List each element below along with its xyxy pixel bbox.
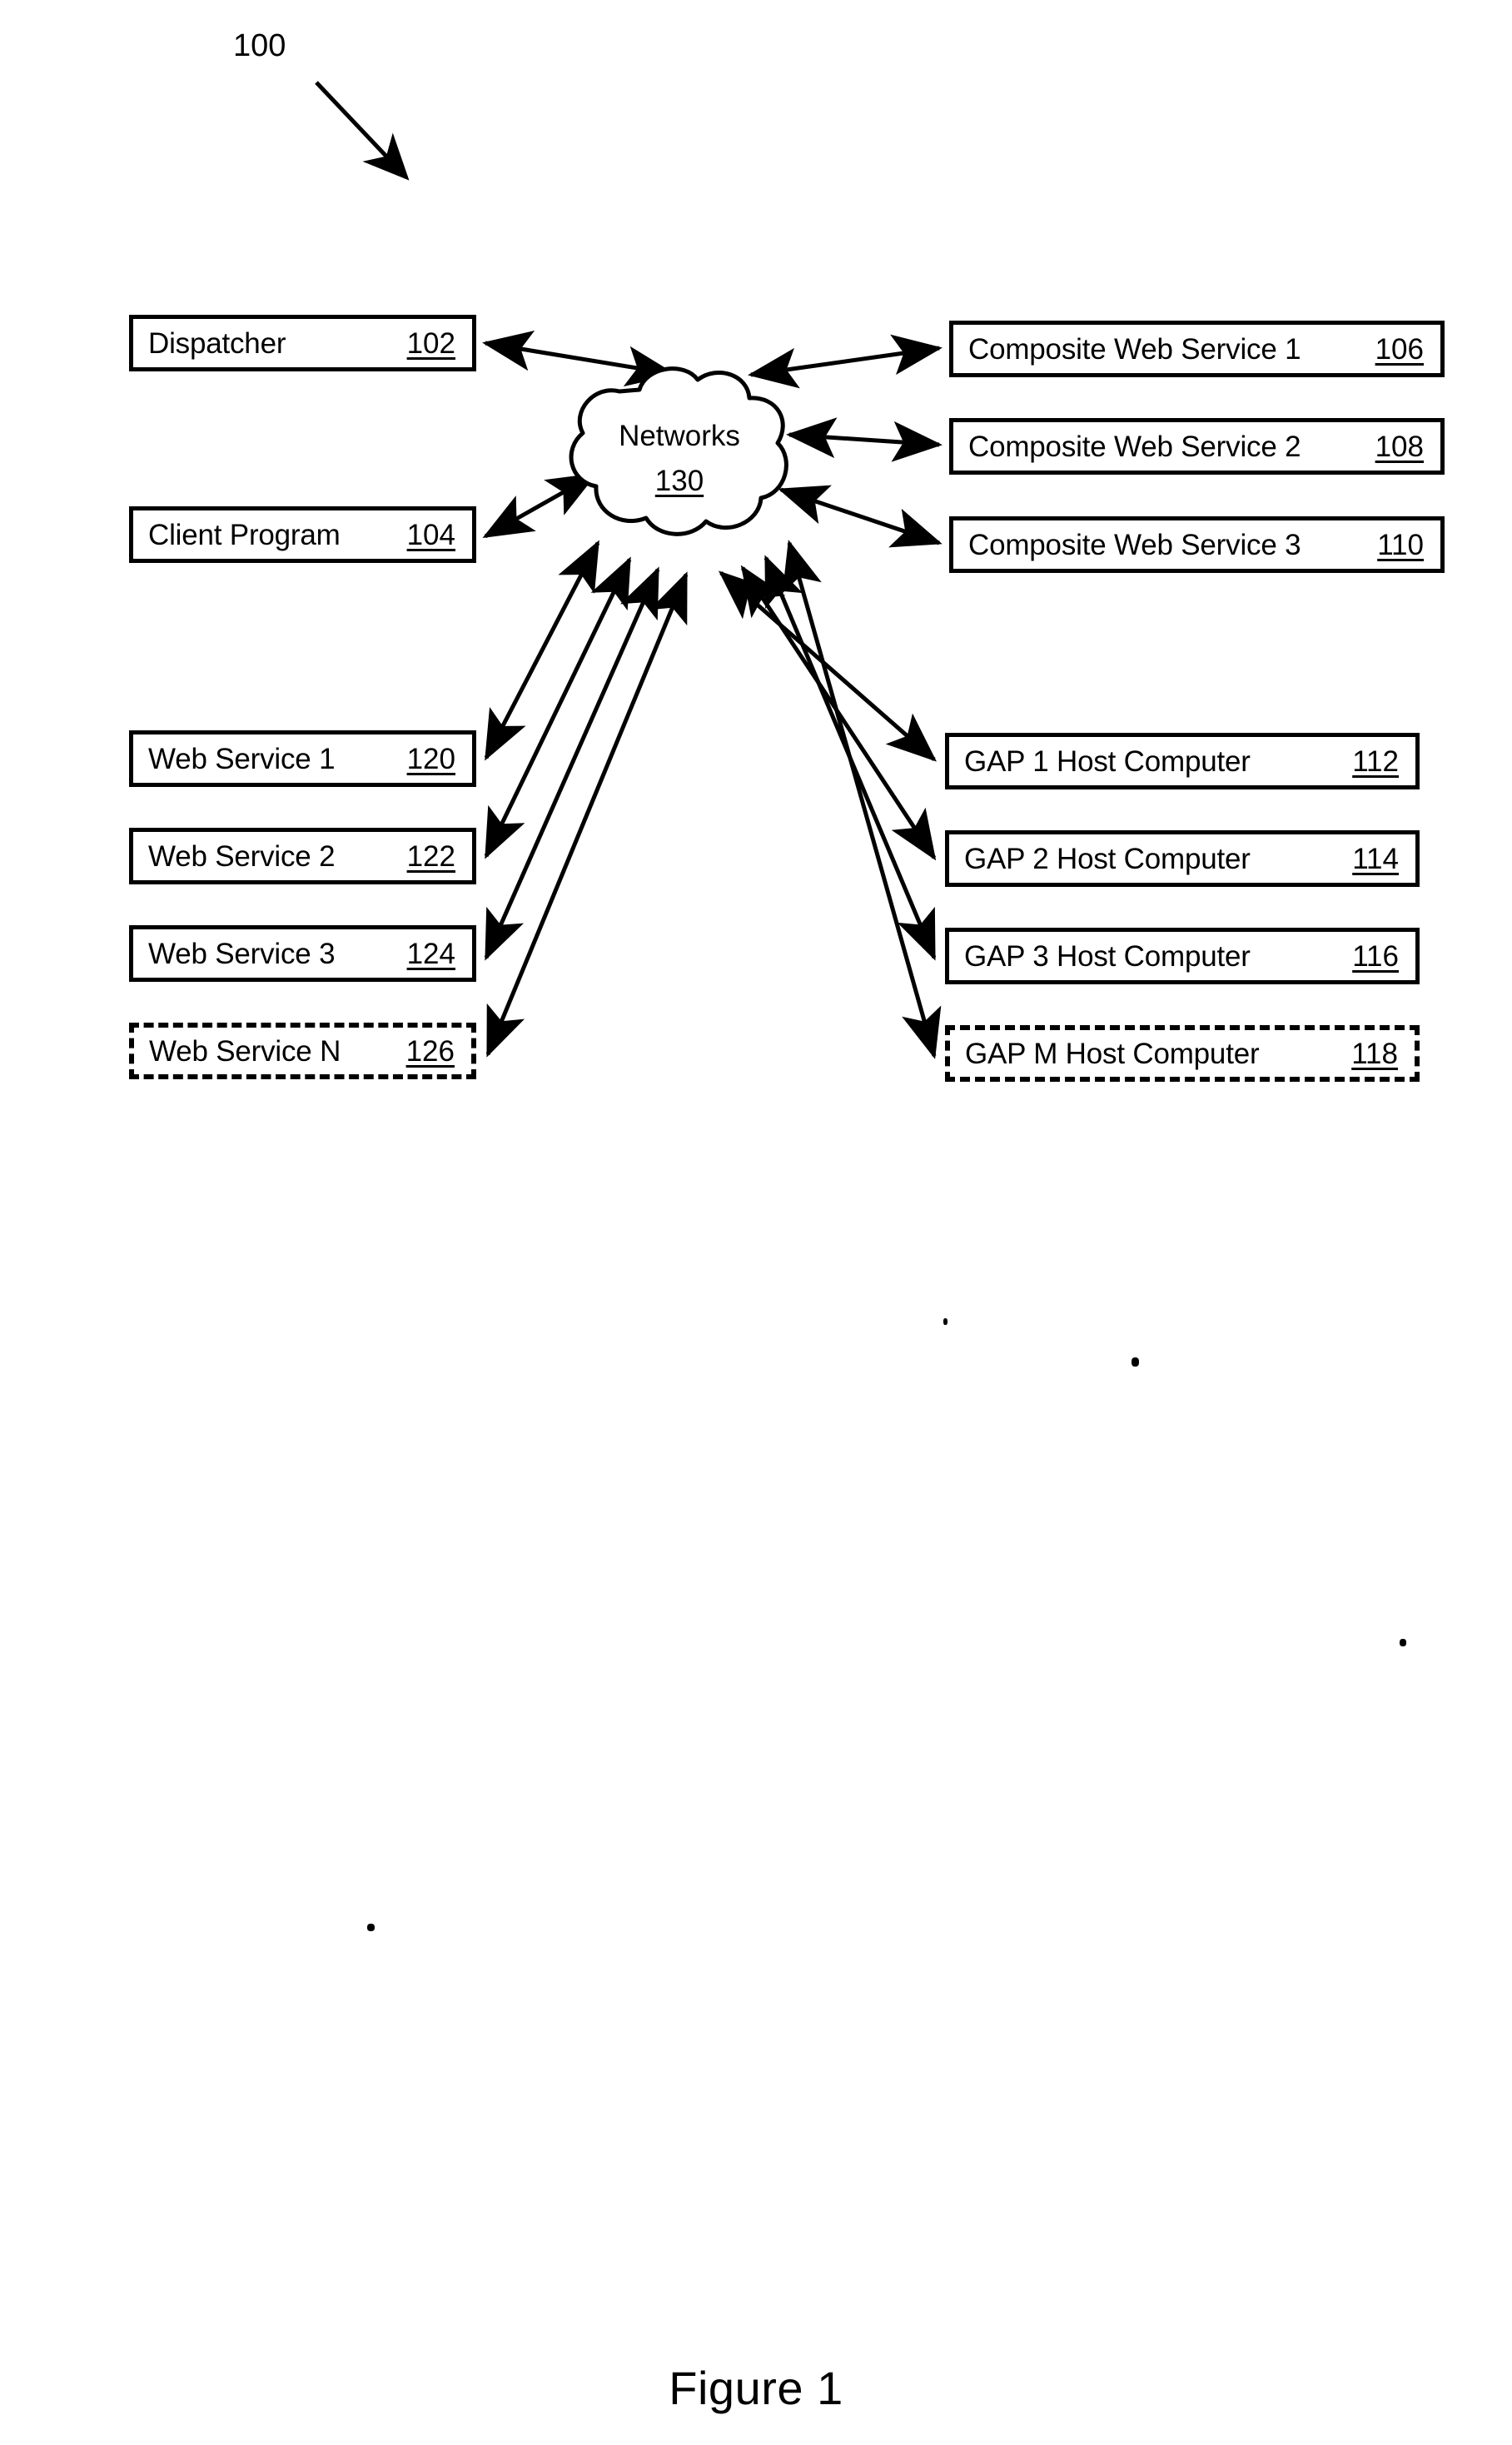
figure-callout-number: 100 bbox=[233, 28, 286, 63]
box-label: Composite Web Service 3 bbox=[968, 528, 1301, 561]
box-label: GAP 3 Host Computer bbox=[964, 939, 1251, 973]
scan-speck bbox=[1400, 1639, 1406, 1646]
connector-networks-gap-3-host-computer bbox=[763, 555, 937, 961]
connector-networks-composite-web-service-2 bbox=[786, 417, 943, 462]
box-ref-number: 124 bbox=[406, 937, 455, 970]
box-ref-number: 108 bbox=[1375, 430, 1424, 463]
cloud-label: Networks bbox=[619, 420, 740, 452]
callout-leader-arrow bbox=[315, 81, 410, 181]
box-gap-m-host-computer[interactable]: GAP M Host Computer 118 bbox=[945, 1025, 1420, 1082]
box-ref-number: 110 bbox=[1377, 528, 1424, 561]
box-composite-web-service-2[interactable]: Composite Web Service 2 108 bbox=[949, 418, 1445, 475]
box-web-service-1[interactable]: Web Service 1 120 bbox=[129, 730, 476, 787]
connector-networks-composite-web-service-3 bbox=[778, 485, 943, 548]
box-label: Client Program bbox=[148, 518, 341, 551]
connector-networks-gap-1-host-computer bbox=[718, 570, 938, 762]
box-label: GAP 1 Host Computer bbox=[964, 744, 1251, 778]
box-label: Web Service 3 bbox=[148, 937, 336, 970]
connector-networks-web-service-2 bbox=[484, 556, 632, 859]
figure-page: 100 Networks 130 Dispatcher 102 Client P… bbox=[0, 0, 1512, 2445]
figure-caption: Figure 1 bbox=[669, 2362, 843, 2414]
box-ref-number: 116 bbox=[1352, 939, 1399, 973]
box-ref-number: 104 bbox=[406, 518, 455, 551]
box-web-service-n[interactable]: Web Service N 126 bbox=[129, 1023, 476, 1079]
connector-networks-web-service-n bbox=[485, 571, 689, 1058]
box-label: Web Service 1 bbox=[148, 742, 336, 775]
connector-networks-gap-m-host-computer bbox=[782, 540, 942, 1059]
box-label: GAP M Host Computer bbox=[965, 1037, 1260, 1070]
box-client-program[interactable]: Client Program 104 bbox=[129, 506, 476, 563]
box-ref-number: 112 bbox=[1352, 744, 1399, 778]
box-ref-number: 120 bbox=[406, 742, 455, 775]
box-web-service-3[interactable]: Web Service 3 124 bbox=[129, 925, 476, 982]
cloud-ref-number: 130 bbox=[654, 465, 704, 497]
box-ref-number: 114 bbox=[1352, 842, 1399, 875]
box-gap-1-host-computer[interactable]: GAP 1 Host Computer 112 bbox=[945, 733, 1420, 789]
scan-speck bbox=[943, 1318, 947, 1325]
box-ref-number: 102 bbox=[406, 326, 455, 360]
box-label: Composite Web Service 2 bbox=[968, 430, 1301, 463]
box-label: Composite Web Service 1 bbox=[968, 332, 1301, 366]
box-label: Web Service N bbox=[149, 1034, 341, 1068]
scan-speck bbox=[1132, 1357, 1139, 1367]
connector-networks-gap-2-host-computer bbox=[740, 565, 937, 861]
cloud-shape bbox=[569, 366, 788, 536]
scan-speck bbox=[367, 1924, 375, 1931]
box-label: Dispatcher bbox=[148, 326, 286, 360]
box-ref-number: 122 bbox=[406, 839, 455, 873]
box-ref-number: 106 bbox=[1375, 332, 1424, 366]
box-label: Web Service 2 bbox=[148, 839, 336, 873]
connector-networks-web-service-1 bbox=[484, 540, 600, 761]
box-ref-number: 126 bbox=[405, 1034, 455, 1068]
box-gap-2-host-computer[interactable]: GAP 2 Host Computer 114 bbox=[945, 830, 1420, 887]
box-composite-web-service-3[interactable]: Composite Web Service 3 110 bbox=[949, 516, 1445, 573]
box-composite-web-service-1[interactable]: Composite Web Service 1 106 bbox=[949, 321, 1445, 377]
box-dispatcher[interactable]: Dispatcher 102 bbox=[129, 315, 476, 371]
cloud-networks: Networks 130 bbox=[560, 360, 799, 550]
connector-networks-web-service-3 bbox=[484, 566, 660, 961]
box-web-service-2[interactable]: Web Service 2 122 bbox=[129, 828, 476, 884]
box-ref-number: 118 bbox=[1351, 1037, 1398, 1070]
box-gap-3-host-computer[interactable]: GAP 3 Host Computer 116 bbox=[945, 928, 1420, 984]
box-label: GAP 2 Host Computer bbox=[964, 842, 1251, 875]
